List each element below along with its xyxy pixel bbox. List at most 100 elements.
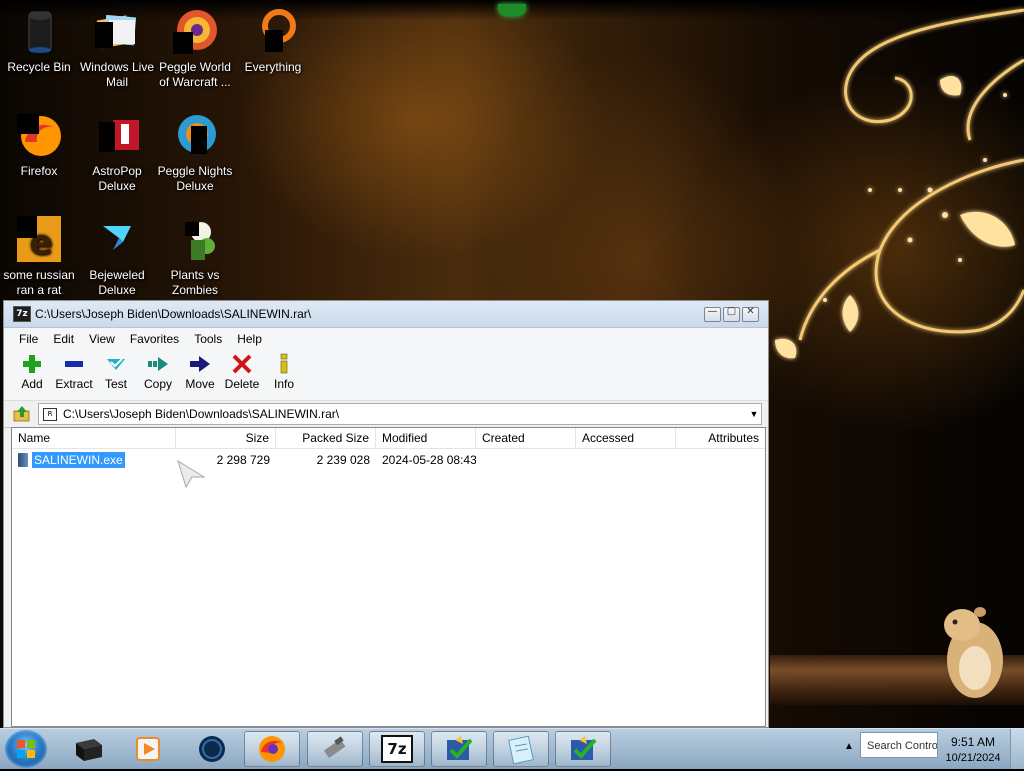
move-icon (190, 356, 210, 372)
minimize-button[interactable]: — (704, 306, 721, 322)
windows-start-orb-icon (17, 740, 35, 758)
firefox-icon (17, 114, 61, 156)
taskbar-globe-browser[interactable] (184, 731, 240, 767)
address-text: C:\Users\Joseph Biden\Downloads\SALINEWI… (63, 407, 340, 421)
taskbar-clock[interactable]: 9:51 AM 10/21/2024 (938, 734, 1008, 766)
tray-expand-icon[interactable]: ▲ (844, 741, 854, 752)
desktop-icon-plants-vs-zombies[interactable]: Plants vs Zombies (156, 216, 234, 298)
column-attributes[interactable]: Attributes (676, 428, 765, 448)
internet-explorer-shortcut-icon: e (17, 216, 61, 263)
close-button[interactable]: ✕ (742, 305, 759, 322)
column-accessed[interactable]: Accessed (576, 428, 676, 448)
taskbar-usb-drive[interactable] (307, 731, 363, 767)
desktop-icon-everything[interactable]: Everything (234, 8, 312, 75)
close-icon: ✕ (746, 305, 755, 317)
add-button[interactable]: Add (11, 350, 53, 391)
recycle-bin-icon (28, 11, 52, 53)
folder-up-icon (13, 406, 30, 422)
menu-edit[interactable]: Edit (46, 332, 82, 346)
show-desktop-button[interactable] (1010, 729, 1024, 769)
delete-button[interactable]: Delete (221, 350, 263, 391)
taskbar-security-check-1[interactable] (431, 731, 487, 767)
address-bar: R C:\Users\Joseph Biden\Downloads\SALINE… (4, 401, 768, 428)
astropop-icon (99, 120, 139, 152)
plants-vs-zombies-icon (185, 222, 215, 260)
file-name: SALINEWIN.exe (18, 452, 170, 468)
toolbar: Add Extract Test Copy Move Delete Info (4, 350, 768, 401)
desktop-icon-label: Recycle Bin (7, 60, 71, 74)
test-icon (107, 358, 125, 370)
extract-button[interactable]: Extract (53, 350, 95, 391)
firefox-icon (259, 736, 285, 762)
extract-icon (65, 361, 83, 367)
usb-drive-icon (323, 736, 346, 759)
black-box-app-icon (76, 739, 102, 761)
desktop-icon-label: Bejeweled Deluxe (89, 268, 145, 297)
info-button[interactable]: Info (263, 350, 305, 391)
taskbar-security-check-2[interactable] (555, 731, 611, 767)
notepad-icon (508, 735, 534, 764)
column-size[interactable]: Size (176, 428, 276, 448)
desktop-icon-label: Peggle World of Warcraft ... (159, 60, 231, 89)
start-button[interactable] (5, 730, 47, 768)
taskbar-black-box-app[interactable] (60, 731, 116, 767)
copy-button[interactable]: Copy (137, 350, 179, 391)
hamster-figure (944, 607, 1003, 698)
delete-label: Delete (224, 377, 260, 391)
window-titlebar[interactable]: 7z C:\Users\Joseph Biden\Downloads\SALIN… (4, 301, 768, 328)
table-row[interactable]: SALINEWIN.exe 2 298 729 2 239 028 2024-0… (12, 450, 765, 470)
cell-modified: 2024-05-28 08:43 (382, 453, 476, 467)
cell-packed-size: 2 239 028 (316, 453, 370, 467)
taskbar-media-player[interactable] (120, 731, 176, 767)
menu-favorites[interactable]: Favorites (123, 332, 187, 346)
extract-label: Extract (55, 377, 93, 391)
taskbar: 7z ▲ Search Control 9:51 AM 10/21/2024 (0, 728, 1024, 769)
menu-tools[interactable]: Tools (187, 332, 230, 346)
menu-view[interactable]: View (82, 332, 123, 346)
desktop-icon-astropop[interactable]: AstroPop Deluxe (78, 112, 156, 194)
menu-help[interactable]: Help (230, 332, 270, 346)
desktop-icon-peggle-wow[interactable]: Peggle World of Warcraft ... (156, 8, 234, 90)
move-button[interactable]: Move (179, 350, 221, 391)
desktop-icon-russian-rat[interactable]: e some russian ran a rat (0, 216, 78, 298)
windows-live-mail-icon (95, 14, 137, 49)
security-check-icon (447, 736, 473, 760)
info-label: Info (273, 377, 294, 391)
desktop-icon-windows-live-mail[interactable]: Windows Live Mail (78, 8, 156, 90)
desktop-icon-recycle-bin[interactable]: Recycle Bin (0, 8, 78, 75)
media-player-icon (136, 737, 160, 761)
column-modified[interactable]: Modified (376, 428, 476, 448)
move-label: Move (185, 377, 215, 391)
cell-name: SALINEWIN.exe (12, 452, 176, 468)
file-list[interactable]: Name Size Packed Size Modified Created A… (11, 427, 766, 727)
menu-file[interactable]: File (12, 332, 46, 346)
maximize-button[interactable]: ▢ (723, 306, 740, 322)
taskbar-notepad[interactable] (493, 731, 549, 767)
taskbar-firefox[interactable] (244, 731, 300, 767)
bejeweled-icon (103, 226, 131, 250)
column-name[interactable]: Name (12, 428, 176, 448)
clock-time: 9:51 AM (950, 735, 996, 749)
chevron-down-icon[interactable]: ▼ (747, 409, 761, 419)
up-folder-button[interactable] (12, 404, 32, 424)
address-field[interactable]: R C:\Users\Joseph Biden\Downloads\SALINE… (38, 403, 762, 425)
file-name-label: SALINEWIN.exe (31, 452, 126, 468)
security-check-icon (571, 736, 597, 760)
desktop-icon-peggle-nights[interactable]: Peggle Nights Deluxe (156, 112, 234, 194)
test-label: Test (104, 377, 127, 391)
taskbar-7zip[interactable]: 7z (369, 731, 425, 767)
desktop-icon-firefox[interactable]: Firefox (0, 112, 78, 179)
executable-file-icon (18, 453, 28, 467)
7zip-icon: 7z (381, 735, 413, 763)
desktop-icon-label: Firefox (20, 164, 58, 178)
copy-label: Copy (143, 377, 172, 391)
tray-search-control[interactable]: Search Control (860, 732, 938, 758)
window-title: C:\Users\Joseph Biden\Downloads\SALINEWI… (35, 307, 312, 321)
test-button[interactable]: Test (95, 350, 137, 391)
column-created[interactable]: Created (476, 428, 576, 448)
desktop-icon-bejeweled[interactable]: Bejeweled Deluxe (78, 216, 156, 298)
desktop-icon-label: AstroPop Deluxe (92, 164, 142, 193)
column-packed-size[interactable]: Packed Size (276, 428, 376, 448)
add-icon (23, 355, 41, 373)
desktop-icon-label: some russian ran a rat (3, 268, 75, 297)
